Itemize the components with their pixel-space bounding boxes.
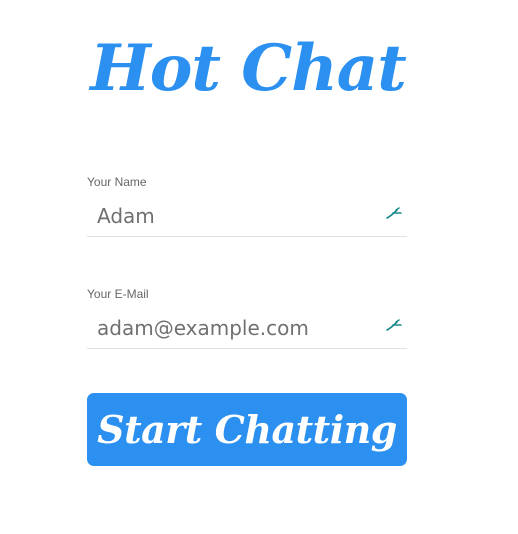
email-label: Your E-Mail: [87, 287, 149, 301]
app-logo: Hot Chat: [90, 31, 407, 106]
start-chatting-button[interactable]: Start Chatting: [87, 393, 407, 466]
email-input[interactable]: [97, 310, 367, 346]
name-label: Your Name: [87, 175, 147, 189]
name-field: [87, 198, 407, 237]
name-input[interactable]: [97, 198, 367, 234]
autofill-key-icon[interactable]: [385, 319, 403, 333]
email-field: [87, 310, 407, 349]
autofill-key-icon[interactable]: [385, 207, 403, 221]
